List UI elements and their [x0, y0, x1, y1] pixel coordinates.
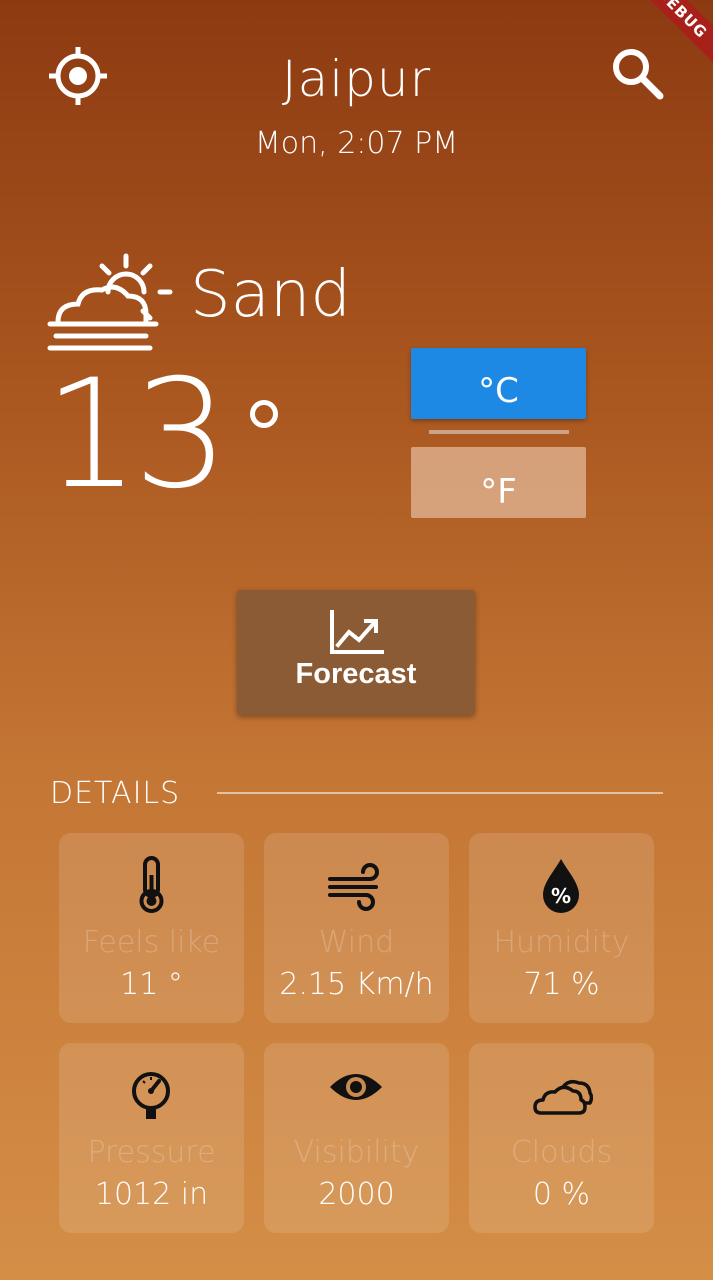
detail-card-wind: Wind 2.15 Km/h	[264, 833, 449, 1023]
detail-value: 11 °	[120, 967, 183, 1002]
detail-label: Humidity	[493, 925, 630, 960]
celsius-button[interactable]: °C	[411, 348, 586, 419]
humidity-drop-percent-icon: %	[543, 859, 579, 913]
detail-label: Visibility	[293, 1135, 420, 1170]
fahrenheit-button[interactable]: °F	[411, 447, 586, 518]
trending-up-chart-icon	[330, 610, 384, 654]
clouds-icon	[533, 1079, 593, 1115]
detail-value: 71 %	[523, 967, 600, 1002]
detail-value: 1012 in	[94, 1177, 209, 1212]
detail-card-humidity: % Humidity 71 %	[469, 833, 654, 1023]
detail-card-visibility: Visibility 2000	[264, 1043, 449, 1233]
forecast-label: Forecast	[295, 658, 417, 690]
detail-label: Wind	[318, 925, 395, 960]
details-divider	[217, 792, 663, 794]
top-bar: Jaipur Mon, 2:07 PM	[0, 44, 713, 174]
details-heading: DETAILS	[50, 776, 181, 811]
svg-text:%: %	[551, 884, 571, 908]
search-button[interactable]	[608, 44, 668, 104]
sun-behind-cloud-haze-icon	[46, 252, 176, 357]
detail-label: Clouds	[510, 1135, 613, 1170]
detail-value: 2.15 Km/h	[279, 967, 434, 1002]
search-icon	[613, 49, 664, 100]
weather-condition: Sand	[190, 258, 352, 332]
detail-card-clouds: Clouds 0 %	[469, 1043, 654, 1233]
detail-card-feels-like: Feels like 11 °	[59, 833, 244, 1023]
degree-symbol	[250, 400, 278, 428]
forecast-button[interactable]: Forecast	[237, 590, 475, 715]
city-name: Jaipur	[281, 50, 432, 108]
detail-card-pressure: Pressure 1012 in	[59, 1043, 244, 1233]
thermometer-icon	[139, 856, 164, 913]
date-time: Mon, 2:07 PM	[254, 126, 459, 161]
detail-value: 2000	[318, 1177, 395, 1212]
pressure-gauge-icon	[132, 1072, 170, 1119]
detail-label: Pressure	[87, 1135, 216, 1170]
unit-divider	[429, 430, 569, 434]
eye-icon	[330, 1074, 382, 1100]
wind-icon	[328, 863, 379, 911]
detail-value: 0 %	[532, 1177, 591, 1212]
temperature-value: 13	[44, 348, 229, 522]
detail-label: Feels like	[82, 925, 221, 960]
